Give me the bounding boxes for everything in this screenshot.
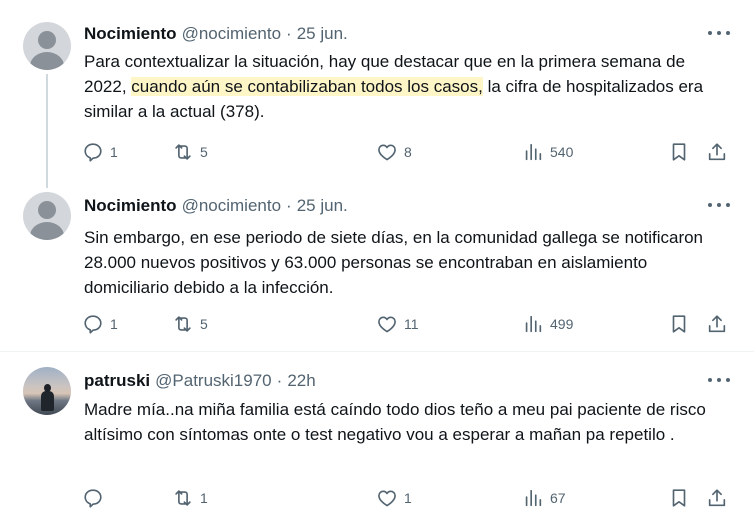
tweet-2[interactable]: Nocimiento @nocimiento · 25 jun. Sin emb… (0, 176, 754, 352)
bookmark-button[interactable] (668, 140, 690, 164)
tweet-text: Para contextualizar la situación, hay qu… (84, 49, 720, 124)
views-button[interactable]: 499 (522, 312, 573, 336)
timestamp[interactable]: 22h (287, 371, 315, 391)
avatar-figure-head (44, 384, 51, 392)
reply-count: 1 (110, 316, 118, 332)
views-icon (525, 315, 542, 333)
retweet-button[interactable]: 1 (172, 486, 208, 510)
reply-icon (84, 489, 102, 508)
bookmark-icon (672, 315, 686, 333)
heart-icon (378, 490, 396, 507)
avatar-head-shape (38, 201, 56, 219)
heart-icon (378, 144, 396, 161)
tweet-header: Nocimiento @nocimiento · 25 jun. (84, 24, 348, 46)
like-button[interactable]: 1 (376, 486, 412, 510)
more-icon[interactable] (708, 22, 730, 44)
reply-count: 1 (110, 144, 118, 160)
avatar-head-shape (38, 31, 56, 49)
tweet-text-highlight: cuando aún se contabilizaban todos los c… (131, 77, 483, 96)
author-handle[interactable]: @nocimiento (182, 196, 281, 216)
retweet-button[interactable]: 5 (172, 140, 208, 164)
retweet-icon (175, 490, 191, 506)
action-bar: 1 1 67 (82, 486, 732, 510)
author-handle[interactable]: @Patruski1970 (155, 371, 272, 391)
author-name[interactable]: Nocimiento (84, 196, 177, 216)
views-button[interactable]: 67 (522, 486, 566, 510)
avatar-shoulders-shape (30, 222, 64, 240)
separator-dot: · (286, 196, 292, 215)
action-bar: 1 5 11 499 (82, 312, 732, 336)
retweet-button[interactable]: 5 (172, 312, 208, 336)
thread-line (46, 74, 48, 188)
avatar-shoulders-shape (30, 52, 64, 70)
views-count: 499 (550, 316, 574, 332)
like-count: 8 (404, 144, 412, 160)
reply-button[interactable]: 1 (82, 140, 118, 164)
tweet-text: Madre mía..na miña familia está caíndo t… (84, 400, 706, 444)
avatar[interactable] (23, 367, 71, 415)
tweet-3[interactable]: patruski @Patruski1970 · 22h Madre mía..… (0, 353, 754, 528)
author-name[interactable]: patruski (84, 371, 150, 391)
views-button[interactable]: 540 (522, 140, 573, 164)
reply-button[interactable] (82, 486, 110, 510)
retweet-icon (175, 144, 191, 160)
views-icon (525, 143, 542, 161)
separator-dot: · (276, 371, 283, 390)
timestamp[interactable]: 25 jun. (297, 196, 348, 216)
share-button[interactable] (706, 140, 728, 164)
like-count: 11 (404, 316, 419, 332)
retweet-count: 5 (200, 144, 208, 160)
avatar[interactable] (23, 192, 71, 240)
retweet-icon (175, 316, 191, 332)
author-handle[interactable]: @nocimiento (182, 24, 281, 44)
reply-icon (84, 143, 102, 162)
views-icon (525, 489, 542, 507)
bookmark-icon (672, 143, 686, 161)
avatar[interactable] (23, 22, 71, 70)
share-icon (708, 489, 726, 507)
like-button[interactable]: 11 (376, 312, 419, 336)
retweet-count: 1 (200, 490, 208, 506)
like-button[interactable]: 8 (376, 140, 412, 164)
bookmark-button[interactable] (668, 486, 690, 510)
share-icon (708, 315, 726, 333)
views-count: 540 (550, 144, 574, 160)
like-count: 1 (404, 490, 412, 506)
share-button[interactable] (706, 312, 728, 336)
reply-icon (84, 315, 102, 334)
tweet-text: Sin embargo, en ese periodo de siete día… (84, 228, 704, 297)
timestamp[interactable]: 25 jun. (297, 24, 348, 44)
action-bar: 1 5 8 540 (82, 140, 732, 164)
reply-button[interactable]: 1 (82, 312, 118, 336)
bookmark-icon (672, 489, 686, 507)
author-name[interactable]: Nocimiento (84, 24, 177, 44)
avatar-figure-body (41, 391, 54, 411)
separator-dot: · (286, 24, 292, 43)
retweet-count: 5 (200, 316, 208, 332)
tweet-header: patruski @Patruski1970 · 22h (84, 371, 316, 393)
tweet-header: Nocimiento @nocimiento · 25 jun. (84, 196, 348, 218)
share-icon (708, 143, 726, 161)
tweet-1[interactable]: Nocimiento @nocimiento · 25 jun. Para co… (0, 0, 754, 188)
bookmark-button[interactable] (668, 312, 690, 336)
share-button[interactable] (706, 486, 728, 510)
views-count: 67 (550, 490, 566, 506)
more-icon[interactable] (708, 194, 730, 216)
more-icon[interactable] (708, 369, 730, 391)
heart-icon (378, 316, 396, 333)
